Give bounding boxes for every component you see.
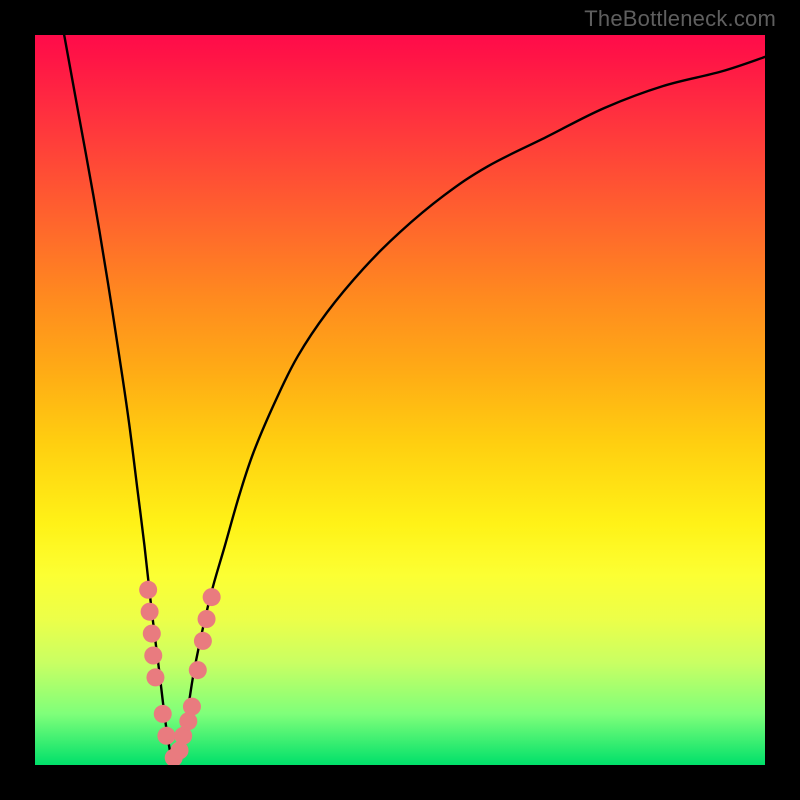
data-marker	[203, 588, 221, 606]
data-marker	[157, 727, 175, 745]
bottleneck-curve	[64, 35, 765, 765]
data-marker	[183, 698, 201, 716]
chart-frame: TheBottleneck.com	[0, 0, 800, 800]
curve-layer	[35, 35, 765, 765]
data-marker	[141, 603, 159, 621]
data-marker	[139, 581, 157, 599]
plot-area	[35, 35, 765, 765]
data-marker	[194, 632, 212, 650]
data-marker	[198, 610, 216, 628]
data-marker	[154, 705, 172, 723]
data-marker	[146, 668, 164, 686]
data-marker	[143, 625, 161, 643]
data-marker	[189, 661, 207, 679]
watermark-text: TheBottleneck.com	[584, 6, 776, 32]
data-marker	[144, 647, 162, 665]
